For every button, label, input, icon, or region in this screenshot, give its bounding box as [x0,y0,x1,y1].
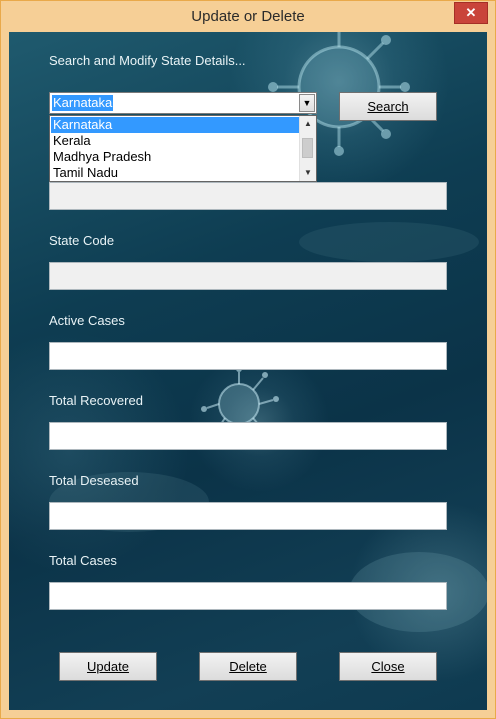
total-cases-label: Total Cases [49,553,117,568]
total-deseased-label: Total Deseased [49,473,139,488]
chevron-down-icon[interactable]: ▼ [300,165,316,181]
total-cases-field[interactable] [49,582,447,610]
scroll-thumb[interactable] [302,138,313,158]
state-code-label: State Code [49,233,115,248]
list-item[interactable]: Kerala [51,133,301,149]
total-deseased-field[interactable] [49,502,447,530]
update-delete-window: Update or Delete ✕ Search and Modify Sta… [0,0,496,719]
update-button[interactable]: Update [59,652,157,681]
state-select-value: Karnataka [52,95,114,111]
list-item[interactable]: Karnataka [51,117,301,133]
active-cases-label: Active Cases [49,313,125,328]
state-name-field[interactable] [49,182,447,210]
search-heading: Search and Modify State Details... [49,53,246,68]
chevron-up-icon[interactable]: ▲ [300,116,316,132]
chevron-down-icon[interactable]: ▼ [299,94,315,112]
state-code-field[interactable] [49,262,447,290]
search-button[interactable]: Search [339,92,437,121]
delete-button[interactable]: Delete [199,652,297,681]
close-button[interactable]: Close [339,652,437,681]
close-icon: ✕ [465,5,477,20]
list-item[interactable]: Madhya Pradesh [51,149,301,165]
state-dropdown-list[interactable]: Karnataka Kerala Madhya Pradesh Tamil Na… [49,115,317,182]
window-close-button[interactable]: ✕ [454,2,488,24]
dropdown-scrollbar[interactable]: ▲ ▼ [299,116,316,181]
window-title: Update or Delete [191,8,305,25]
list-item[interactable]: Tamil Nadu [51,165,301,181]
title-bar: Update or Delete ✕ [1,1,495,33]
active-cases-field[interactable] [49,342,447,370]
total-recovered-field[interactable] [49,422,447,450]
total-recovered-label: Total Recovered [49,393,143,408]
form-client-area: Search and Modify State Details... Karna… [9,32,487,710]
state-select[interactable]: Karnataka ▼ [49,92,317,114]
